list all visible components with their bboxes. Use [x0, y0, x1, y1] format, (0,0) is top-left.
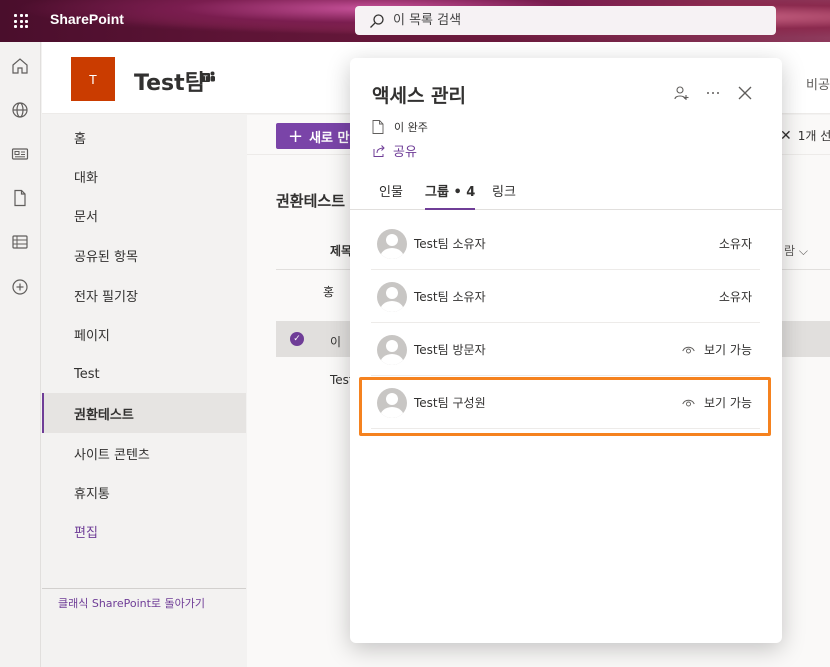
nav-item-permission-test[interactable]: 권환테스트: [42, 393, 246, 433]
list-icon[interactable]: [10, 232, 30, 252]
more-options-icon[interactable]: [704, 84, 722, 102]
new-button-label: 새로 만: [309, 130, 350, 146]
nav-edit-link[interactable]: 편집: [42, 511, 246, 551]
nav-divider: [42, 588, 246, 589]
add-person-icon[interactable]: [672, 84, 690, 102]
globe-icon[interactable]: [10, 100, 30, 120]
nav-item-recycle-bin[interactable]: 휴지통: [42, 472, 246, 512]
list-item[interactable]: 이: [330, 333, 341, 350]
left-nav: 홈 대화 문서 공유된 항목 전자 필기장 페이지 Test 권환테스트 사이트…: [42, 115, 246, 667]
brand-name[interactable]: SharePoint: [50, 11, 124, 27]
nav-item-home[interactable]: 홈: [42, 117, 246, 157]
column-header-modified[interactable]: 람 ⌵: [784, 242, 808, 259]
news-icon[interactable]: [10, 144, 30, 164]
app-bar: [0, 42, 41, 667]
item-name-row: 이 완주: [372, 119, 428, 135]
teams-icon[interactable]: T: [200, 69, 216, 85]
group-name: Test팀 소유자: [414, 237, 486, 251]
group-row[interactable]: Test팀 소유자 소유자: [371, 218, 760, 270]
search-icon: [370, 13, 384, 28]
privacy-label: 비공개: [806, 78, 830, 93]
avatar: [377, 335, 407, 365]
search-input[interactable]: [393, 13, 753, 28]
nav-item-pages[interactable]: 페이지: [42, 314, 246, 354]
tab-groups[interactable]: 그룹 • 4: [425, 181, 476, 210]
add-circle-icon[interactable]: [10, 277, 30, 297]
tab-list: 인물 그룹 • 4 링크: [350, 178, 782, 210]
chevron-down-icon: ⌵: [798, 244, 808, 258]
group-name: Test팀 방문자: [414, 343, 486, 357]
share-link[interactable]: 공유: [372, 141, 417, 160]
tab-links[interactable]: 링크: [492, 181, 516, 209]
tab-people[interactable]: 인물: [379, 181, 403, 209]
svg-text:T: T: [203, 76, 208, 83]
group-name: Test팀 소유자: [414, 290, 486, 304]
nav-item-documents[interactable]: 문서: [42, 195, 246, 235]
suite-bar: SharePoint: [0, 0, 830, 42]
site-logo[interactable]: T: [71, 57, 115, 101]
avatar: [377, 282, 407, 312]
nav-item-conversations[interactable]: 대화: [42, 156, 246, 196]
group-name: Test팀 구성원: [414, 396, 486, 410]
nav-item-test[interactable]: Test: [42, 354, 246, 394]
share-icon: [373, 144, 385, 157]
check-icon[interactable]: ✓: [290, 332, 304, 346]
group-permission[interactable]: 보기 가능: [682, 394, 752, 411]
dialog-title: 액세스 관리: [372, 85, 467, 107]
list-item[interactable]: 홍: [323, 283, 334, 300]
group-row[interactable]: Test팀 소유자 소유자: [371, 271, 760, 323]
eye-icon: [682, 399, 695, 406]
list-title: 권환테스트: [276, 192, 346, 210]
group-permission[interactable]: 보기 가능: [682, 341, 752, 358]
close-icon[interactable]: [736, 84, 754, 102]
share-label: 공유: [393, 145, 417, 160]
group-row[interactable]: Test팀 방문자 보기 가능: [371, 324, 760, 376]
item-name: 이 완주: [394, 121, 428, 134]
nav-item-notebook[interactable]: 전자 필기장: [42, 275, 246, 315]
site-title[interactable]: Test팀: [134, 65, 205, 97]
search-box[interactable]: [355, 6, 776, 35]
file-icon[interactable]: [10, 188, 30, 208]
app-launcher-icon[interactable]: [0, 0, 42, 42]
document-icon: [372, 120, 384, 134]
group-row[interactable]: Test팀 구성원 보기 가능: [371, 377, 760, 429]
selection-count[interactable]: ✕ 1개 선: [780, 127, 830, 144]
column-header-title[interactable]: 제목: [330, 242, 352, 259]
avatar: [377, 388, 407, 418]
avatar: [377, 229, 407, 259]
home-icon[interactable]: [10, 56, 30, 76]
eye-icon: [682, 346, 695, 353]
classic-sharepoint-link[interactable]: 클래식 SharePoint로 돌아가기: [58, 595, 205, 611]
nav-item-shared[interactable]: 공유된 항목: [42, 235, 246, 275]
manage-access-dialog: 액세스 관리 이 완주 공유 인물 그룹 • 4 링크 Test팀 소유자 소유…: [350, 58, 782, 643]
nav-item-site-contents[interactable]: 사이트 콘텐츠: [42, 433, 246, 473]
group-permission[interactable]: 소유자: [719, 288, 752, 305]
plus-icon: +: [288, 125, 304, 147]
group-permission[interactable]: 소유자: [719, 235, 752, 252]
